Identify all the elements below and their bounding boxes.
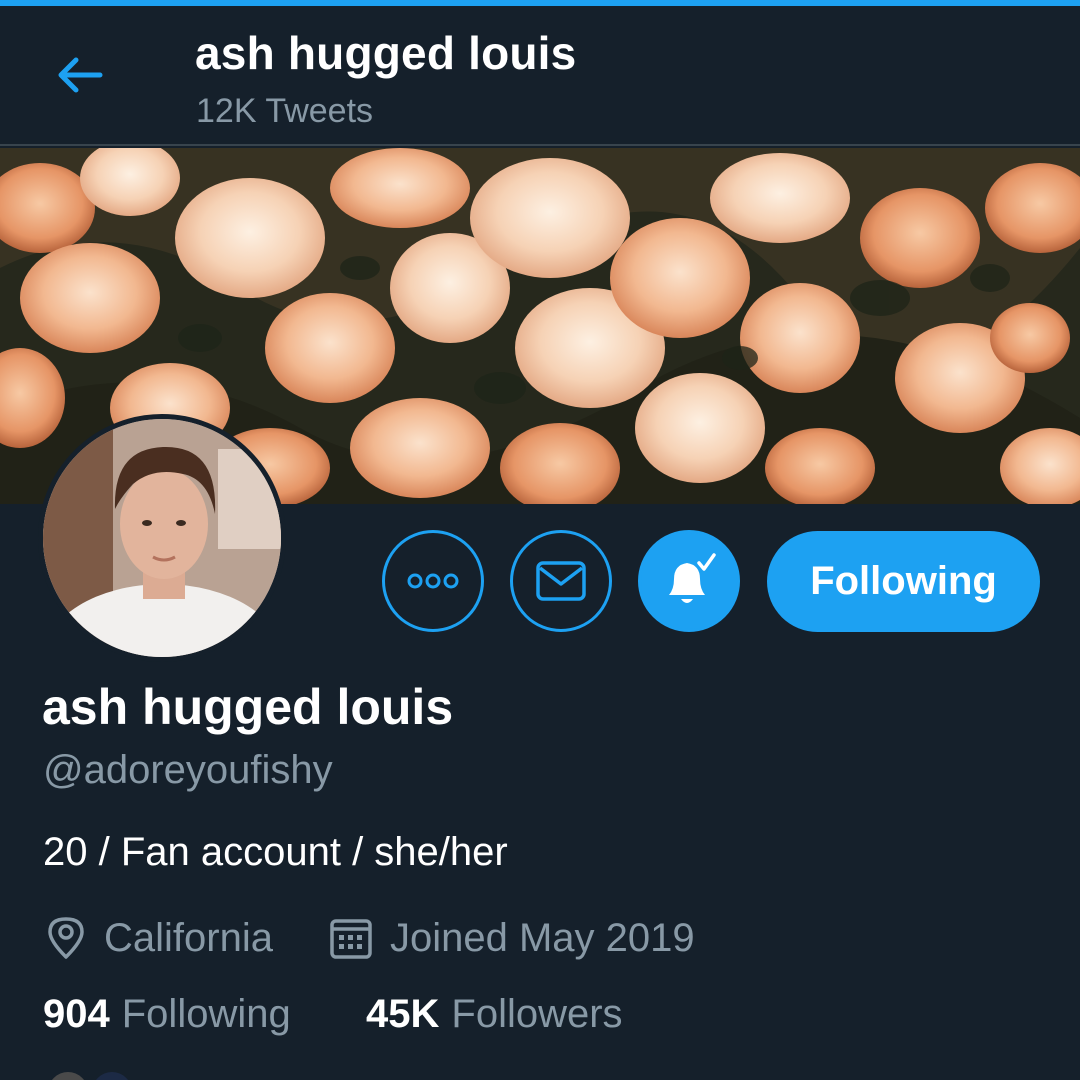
followers-label: Followers	[451, 992, 623, 1036]
following-label: Following	[121, 992, 291, 1036]
header-title: ash hugged louis	[195, 27, 577, 79]
profile-bio: 20 / Fan account / she/her	[43, 830, 508, 874]
following-count: 904	[43, 992, 110, 1036]
join-date: Joined May 2019	[328, 908, 695, 968]
location: California	[44, 908, 273, 968]
profile-page: ash hugged louis 12K Tweets Following as…	[0, 0, 1080, 1080]
location-text: California	[104, 915, 273, 960]
display-name: ash hugged louis	[42, 679, 454, 735]
bell-check-icon	[669, 553, 716, 603]
tweet-count: 12K Tweets	[196, 92, 374, 130]
envelope-icon	[536, 561, 586, 601]
arrow-left-icon	[58, 57, 103, 93]
more-options-icon	[407, 573, 459, 589]
followers-you-know-avatars	[48, 1072, 138, 1080]
join-date-text: Joined May 2019	[390, 915, 695, 960]
message-button[interactable]	[510, 530, 612, 632]
followers-count: 45K	[366, 992, 440, 1036]
profile-meta: California Joined May 2019	[0, 908, 1080, 968]
more-options-button[interactable]	[382, 530, 484, 632]
avatar	[48, 1072, 88, 1080]
following-stat[interactable]: 904 Following	[43, 992, 291, 1037]
followers-stat[interactable]: 45K Followers	[366, 992, 623, 1037]
notifications-button[interactable]	[638, 530, 740, 632]
follow-stats: 904 Following 45K Followers	[0, 992, 1080, 1048]
avatar	[92, 1072, 132, 1080]
avatar[interactable]	[38, 414, 286, 662]
back-button[interactable]	[50, 50, 110, 100]
user-handle: @adoreyoufishy	[43, 748, 333, 792]
profile-header: ash hugged louis 12K Tweets	[0, 6, 1080, 146]
location-pin-icon	[44, 915, 88, 961]
following-button[interactable]: Following	[767, 531, 1040, 632]
calendar-icon	[328, 915, 374, 961]
